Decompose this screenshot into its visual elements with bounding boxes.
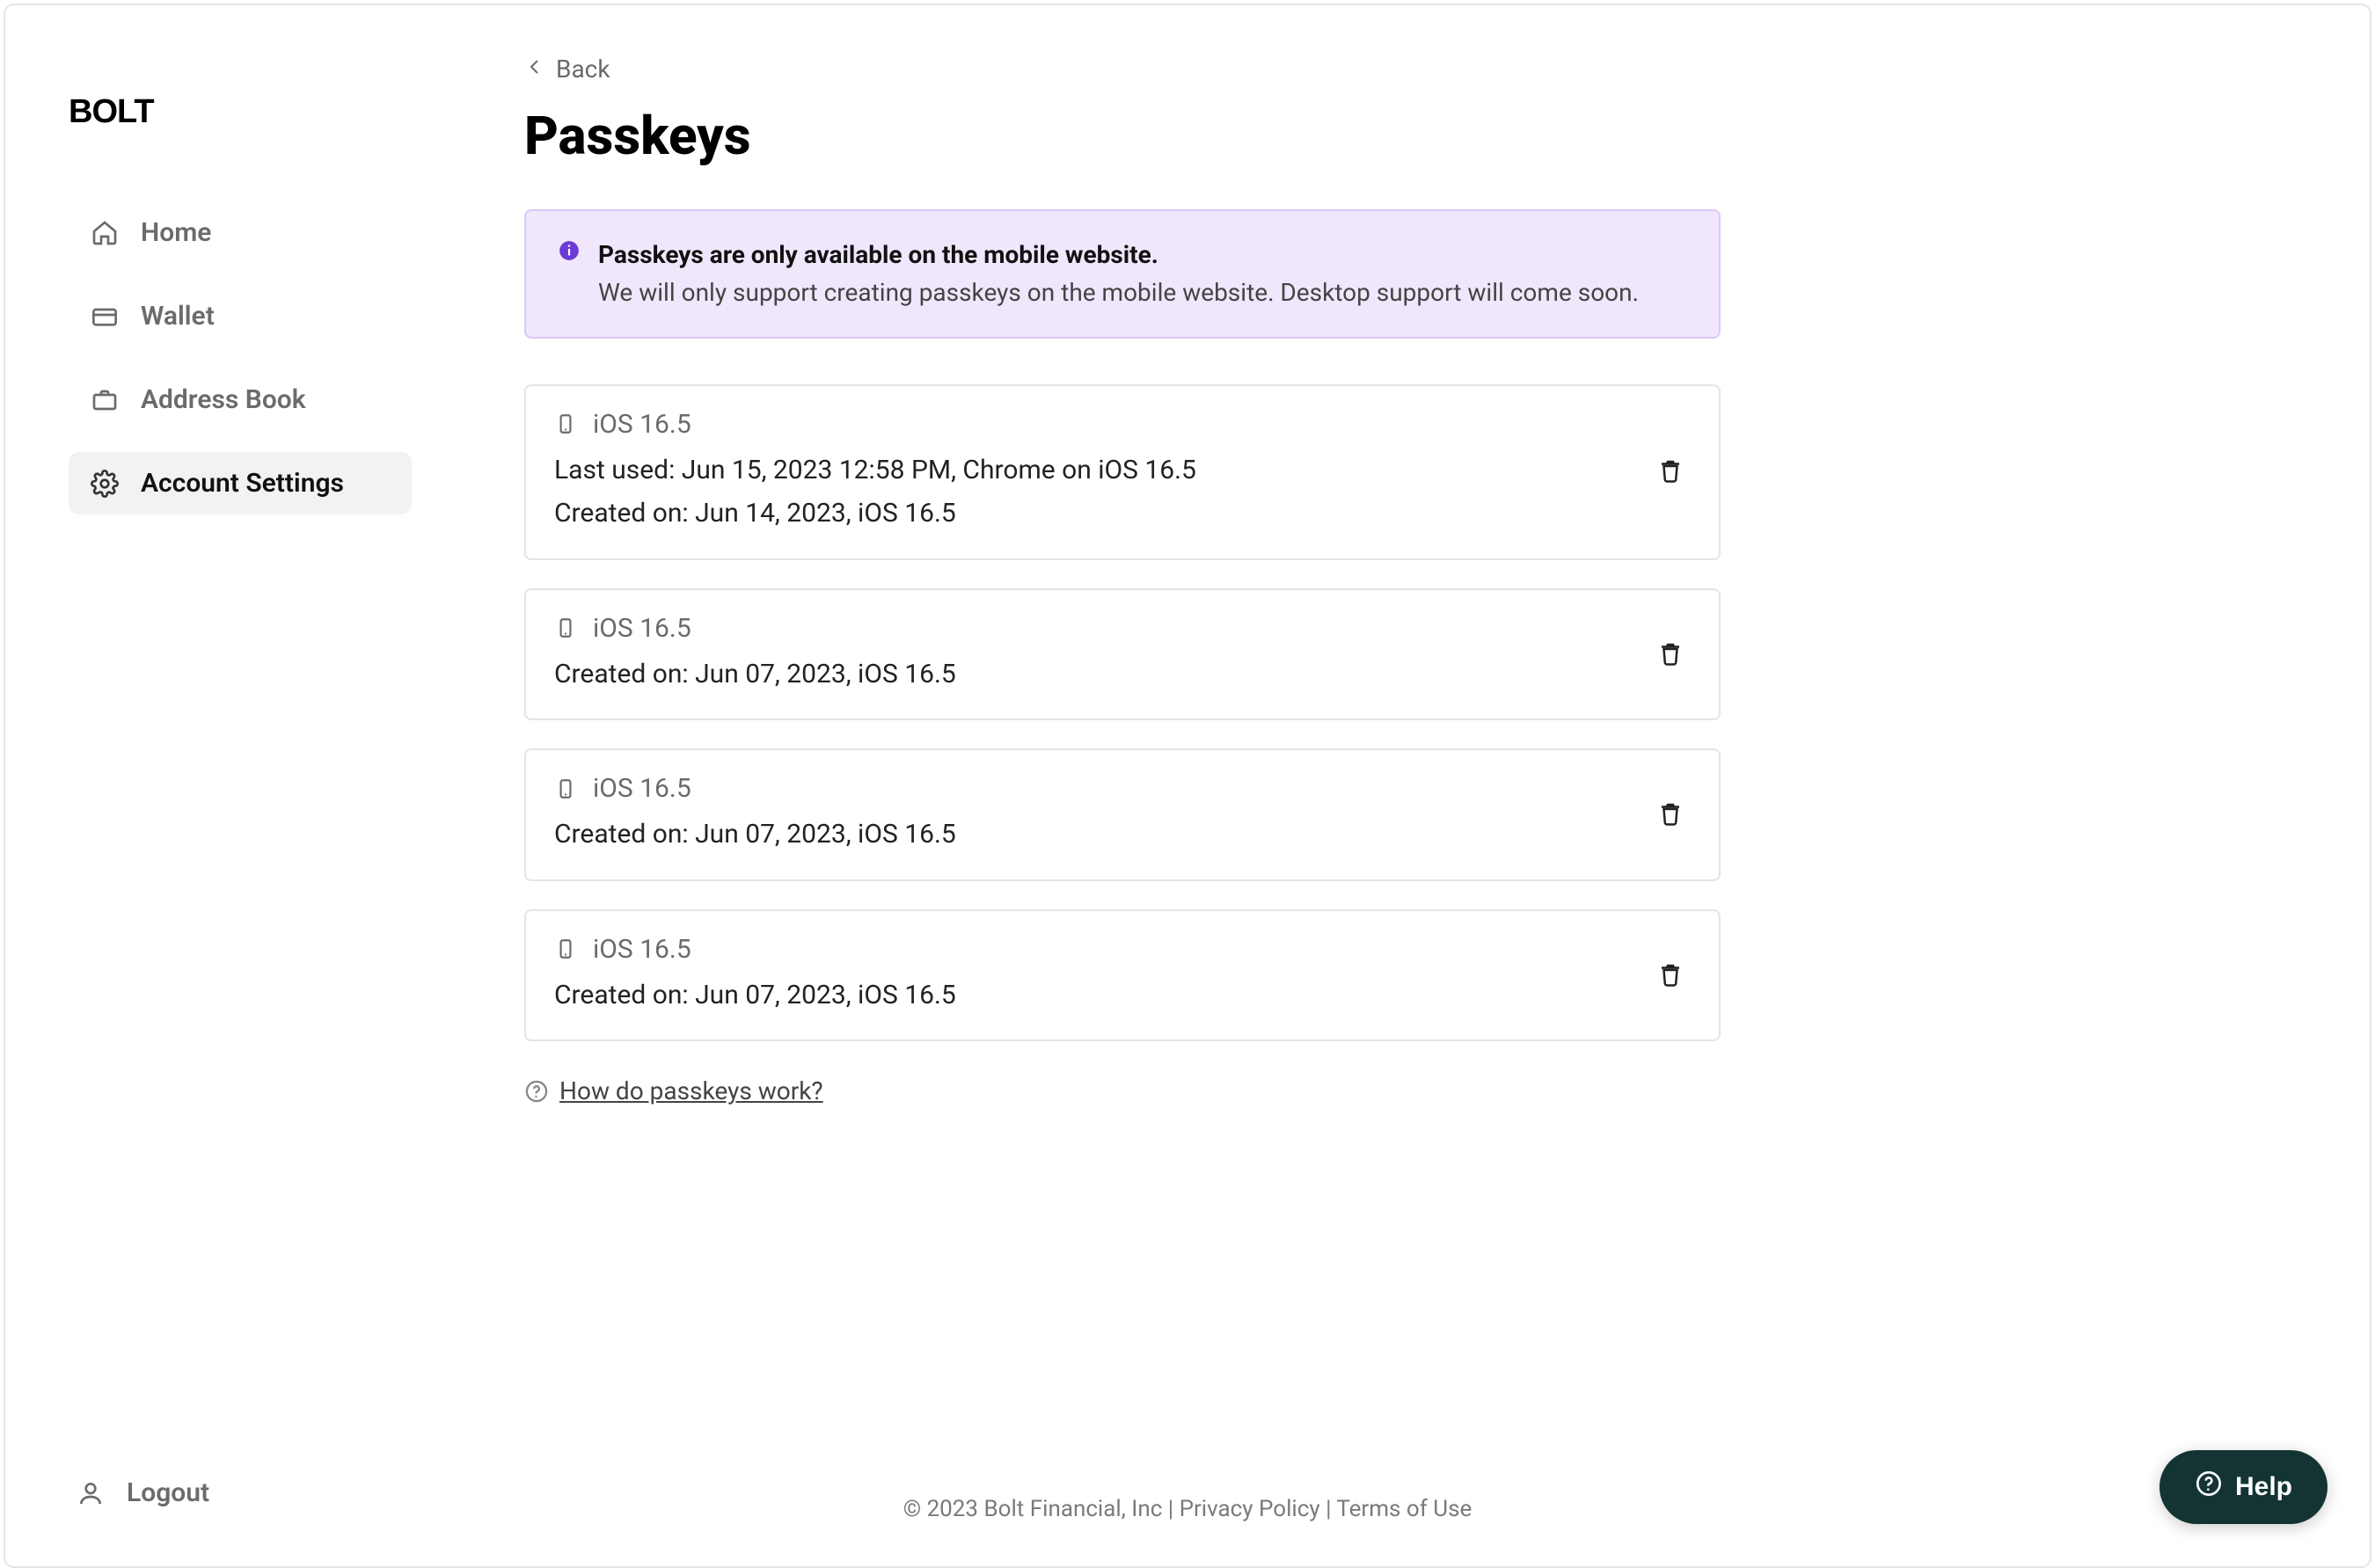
delete-passkey-button[interactable] — [1650, 791, 1691, 838]
delete-passkey-button[interactable] — [1650, 952, 1691, 999]
footer: © 2023 Bolt Financial, Inc | Privacy Pol… — [5, 1496, 2370, 1522]
question-circle-icon — [524, 1079, 549, 1104]
phone-icon — [554, 777, 579, 801]
arrow-left-icon — [524, 55, 545, 84]
phone-icon — [554, 937, 579, 961]
passkey-card: iOS 16.5 Last used: Jun 15, 2023 12:58 PM… — [524, 384, 1721, 560]
trash-icon — [1657, 979, 1684, 992]
sidebar-item-label: Address Book — [141, 384, 306, 415]
passkey-device-label: iOS 16.5 — [593, 934, 691, 965]
trash-icon — [1657, 658, 1684, 671]
sidebar-item-account-settings[interactable]: Account Settings — [69, 452, 412, 514]
passkey-card: iOS 16.5 Created on: Jun 07, 2023, iOS 16… — [524, 909, 1721, 1042]
briefcase-icon — [90, 385, 120, 415]
brand-logo: BOLT — [69, 93, 412, 131]
passkey-last-used: Last used: Jun 15, 2023 12:58 PM, Chrome… — [554, 449, 1633, 492]
delete-passkey-button[interactable] — [1650, 631, 1691, 678]
home-icon — [90, 218, 120, 248]
footer-sep: | — [1326, 1496, 1336, 1522]
trash-icon — [1657, 475, 1684, 488]
sidebar-item-wallet[interactable]: Wallet — [69, 285, 412, 347]
sidebar-item-label: Home — [141, 217, 211, 248]
how-passkeys-work-link[interactable]: How do passkeys work? — [524, 1076, 823, 1105]
sidebar: BOLT Home Wallet Address Book — [5, 5, 454, 1566]
passkey-device-row: iOS 16.5 — [554, 773, 1633, 804]
trash-icon — [1657, 818, 1684, 831]
help-link-label: How do passkeys work? — [559, 1076, 823, 1105]
delete-passkey-button[interactable] — [1650, 449, 1691, 495]
passkey-created-on: Created on: Jun 07, 2023, iOS 16.5 — [554, 974, 1633, 1017]
banner-body: We will only support creating passkeys o… — [598, 278, 1639, 307]
help-fab[interactable]: Help — [2159, 1450, 2328, 1524]
passkey-device-row: iOS 16.5 — [554, 613, 1633, 644]
passkey-device-row: iOS 16.5 — [554, 409, 1633, 440]
back-label: Back — [556, 55, 610, 84]
sidebar-item-home[interactable]: Home — [69, 201, 412, 264]
main-content: Back Passkeys Passkeys are only availabl… — [454, 5, 1791, 1566]
sidebar-nav: Home Wallet Address Book Account Setting… — [69, 201, 412, 514]
passkey-created-on: Created on: Jun 07, 2023, iOS 16.5 — [554, 653, 1633, 696]
passkey-created-on: Created on: Jun 07, 2023, iOS 16.5 — [554, 813, 1633, 857]
wallet-icon — [90, 302, 120, 332]
footer-copyright: © 2023 Bolt Financial, Inc — [903, 1496, 1163, 1522]
passkey-device-label: iOS 16.5 — [593, 613, 691, 644]
help-circle-icon — [2195, 1470, 2223, 1505]
passkey-list: iOS 16.5 Last used: Jun 15, 2023 12:58 PM… — [524, 384, 1721, 1042]
footer-terms-link[interactable]: Terms of Use — [1336, 1496, 1472, 1522]
passkey-card: iOS 16.5 Created on: Jun 07, 2023, iOS 16… — [524, 748, 1721, 881]
passkey-device-label: iOS 16.5 — [593, 773, 691, 804]
footer-sep: | — [1168, 1496, 1180, 1522]
sidebar-item-label: Wallet — [141, 301, 215, 332]
passkey-device-label: iOS 16.5 — [593, 409, 691, 440]
help-fab-label: Help — [2235, 1472, 2292, 1502]
gear-icon — [90, 469, 120, 499]
banner-title: Passkeys are only available on the mobil… — [598, 236, 1639, 273]
sidebar-item-address-book[interactable]: Address Book — [69, 368, 412, 431]
passkey-device-row: iOS 16.5 — [554, 934, 1633, 965]
info-banner: Passkeys are only available on the mobil… — [524, 209, 1721, 339]
page-title: Passkeys — [524, 105, 1721, 167]
phone-icon — [554, 616, 579, 640]
phone-icon — [554, 412, 579, 436]
info-icon — [558, 239, 581, 262]
back-link[interactable]: Back — [524, 55, 610, 84]
passkey-created-on: Created on: Jun 14, 2023, iOS 16.5 — [554, 492, 1633, 536]
passkey-card: iOS 16.5 Created on: Jun 07, 2023, iOS 16… — [524, 588, 1721, 721]
footer-privacy-link[interactable]: Privacy Policy — [1180, 1496, 1320, 1522]
sidebar-item-label: Account Settings — [141, 468, 344, 499]
